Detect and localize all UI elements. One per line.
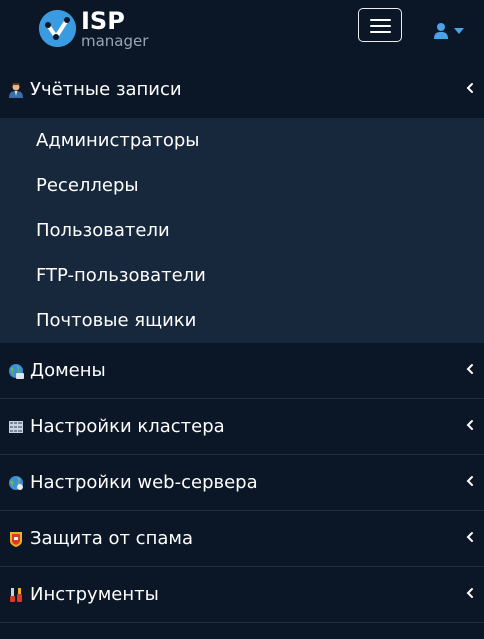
webserver-icon xyxy=(9,476,23,490)
menu-section-accounts[interactable]: Учётные записи xyxy=(0,62,484,118)
accounts-icon xyxy=(9,83,23,98)
section-label: Настройки web-сервера xyxy=(30,472,258,493)
caret-down-icon xyxy=(454,28,464,34)
chevron-left-icon[interactable] xyxy=(465,475,475,487)
chevron-left-icon[interactable] xyxy=(465,419,475,431)
spam-icon xyxy=(10,532,22,547)
chevron-left-icon[interactable] xyxy=(465,82,475,94)
accounts-submenu: Администраторы Реселлеры Пользователи FT… xyxy=(0,118,484,343)
submenu-item-mailboxes[interactable]: Почтовые ящики xyxy=(36,310,196,332)
chevron-left-icon[interactable] xyxy=(465,587,475,599)
submenu-item-ftp-users[interactable]: FTP-пользователи xyxy=(36,265,206,287)
user-icon xyxy=(434,23,448,39)
menu-section-spam-protection[interactable]: Защита от спама xyxy=(0,511,484,567)
logo-check-icon xyxy=(39,10,76,47)
chevron-left-icon[interactable] xyxy=(465,363,475,375)
section-label: Учётные записи xyxy=(30,79,182,100)
menu-section-webserver-settings[interactable]: Настройки web-сервера xyxy=(0,455,484,511)
submenu-item-resellers[interactable]: Реселлеры xyxy=(36,175,139,197)
submenu-item-administrators[interactable]: Администраторы xyxy=(36,130,199,152)
section-label: Домены xyxy=(30,360,106,381)
submenu-item-users[interactable]: Пользователи xyxy=(36,220,170,242)
chevron-left-icon[interactable] xyxy=(465,531,475,543)
top-header: ISP manager xyxy=(0,0,484,62)
hamburger-icon xyxy=(370,19,391,21)
cluster-icon xyxy=(9,421,23,433)
section-label: Инструменты xyxy=(30,584,159,605)
isp-manager-logo[interactable]: ISP manager xyxy=(39,7,159,50)
section-label: Защита от спама xyxy=(30,528,193,549)
logo-isp-text: ISP xyxy=(81,7,125,35)
user-menu-button[interactable] xyxy=(434,22,470,42)
hamburger-menu-button[interactable] xyxy=(358,8,402,42)
menu-section-tools[interactable]: Инструменты xyxy=(0,567,484,623)
tools-icon xyxy=(10,588,22,602)
section-label: Настройки кластера xyxy=(30,416,225,437)
domains-icon xyxy=(9,364,24,379)
logo-manager-text: manager xyxy=(81,32,149,50)
menu-section-cluster-settings[interactable]: Настройки кластера xyxy=(0,399,484,455)
menu-section-domains[interactable]: Домены xyxy=(0,343,484,399)
